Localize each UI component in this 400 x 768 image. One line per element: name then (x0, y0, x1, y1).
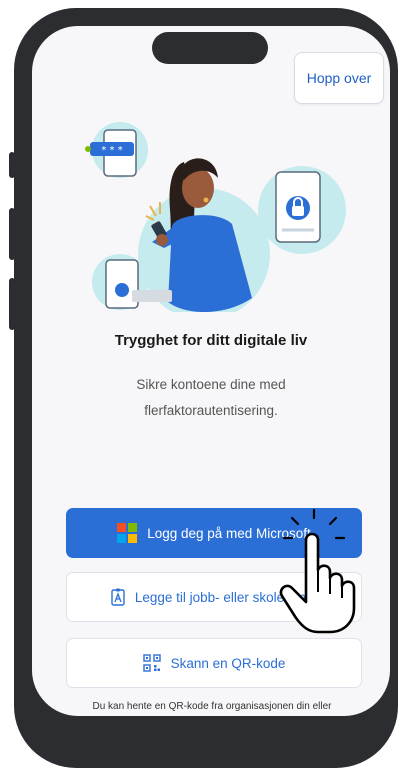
skip-button[interactable]: Hopp over (294, 52, 384, 104)
security-illustration: * * * (85, 122, 346, 312)
microsoft-logo-icon (117, 523, 138, 543)
pointer-hand-icon (279, 508, 356, 634)
qr-code-icon (142, 654, 161, 672)
footer-note: Du kan hente en QR-kode fra organisasjon… (92, 701, 332, 712)
scan-qr-label: Skann en QR-kode (170, 655, 286, 671)
dynamic-island (152, 32, 268, 64)
page-subtitle: Sikre kontoene dine med flerfaktorautent… (136, 377, 286, 418)
page-title: Trygghet for ditt digitale liv (114, 332, 308, 349)
phone-side-button (9, 152, 15, 178)
phone-side-button (9, 278, 15, 330)
phone-side-button (9, 208, 15, 260)
scan-qr-button[interactable]: Skann en QR-kode (66, 638, 362, 688)
badge-icon (111, 588, 125, 606)
svg-text:* * *: * * * (101, 145, 122, 156)
skip-button-label: Hopp over (306, 70, 372, 86)
